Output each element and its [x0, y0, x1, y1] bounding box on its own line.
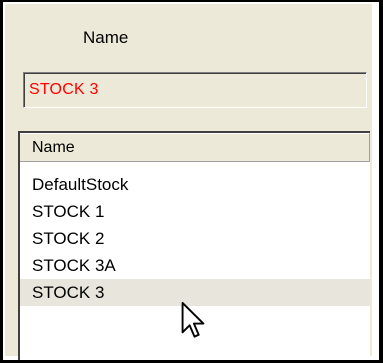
list-item[interactable]: STOCK 1	[20, 198, 370, 225]
column-header-label: Name	[32, 139, 75, 156]
list-item[interactable]: STOCK 2	[20, 225, 370, 252]
name-field-value: STOCK 3	[29, 81, 99, 98]
list-item[interactable]: STOCK 3A	[20, 252, 370, 279]
stock-list-rows: DefaultStock STOCK 1 STOCK 2 STOCK 3A ST…	[20, 171, 370, 306]
name-field[interactable]: STOCK 3	[23, 72, 367, 108]
list-item[interactable]: DefaultStock	[20, 171, 370, 198]
column-header-name[interactable]: Name	[20, 133, 370, 162]
name-caption: Name	[83, 28, 129, 47]
arrow-cursor-icon	[181, 302, 205, 338]
